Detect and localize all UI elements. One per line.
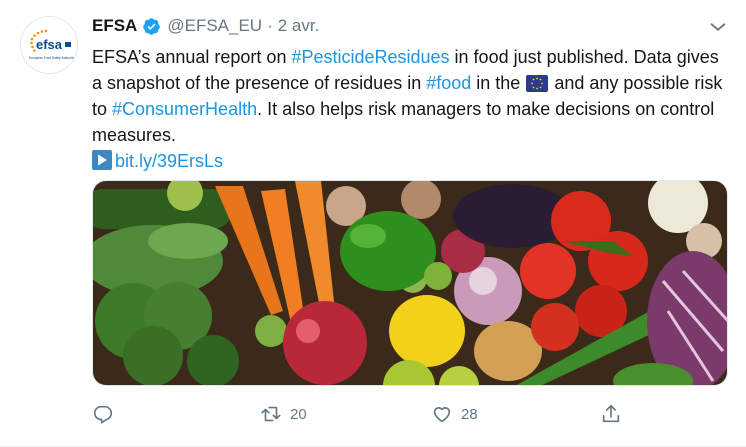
verified-badge-icon [143, 17, 161, 35]
vegetables-photo [93, 181, 727, 385]
share-icon [602, 404, 620, 423]
play-button-icon [92, 150, 112, 170]
separator: · [267, 16, 273, 35]
reply-icon [93, 405, 113, 424]
short-link[interactable]: bit.ly/39ErsLs [115, 151, 223, 171]
like-button[interactable]: 28 [431, 400, 478, 428]
tweet-media-image[interactable] [92, 180, 728, 386]
hashtag-consumer-health[interactable]: #ConsumerHealth [112, 99, 257, 119]
retweet-count: 20 [290, 405, 307, 423]
tweet-card[interactable]: efsa European Food Safety Authority EFSA… [0, 0, 746, 447]
tweet-header: EFSA @EFSA_EU · 2 avr. [92, 14, 319, 38]
tweet-actions: 20 28 [92, 400, 632, 428]
efsa-logo-icon: efsa European Food Safety Authority [21, 17, 77, 73]
hashtag-food[interactable]: #food [426, 73, 471, 93]
tweet-text-part: in the [471, 73, 526, 93]
share-button[interactable] [600, 400, 622, 428]
heart-icon [433, 407, 451, 423]
tweet-text: EFSA’s annual report on #PesticideResidu… [92, 44, 728, 174]
chevron-down-icon[interactable] [707, 16, 729, 38]
reply-button[interactable] [92, 400, 122, 428]
tweet-text-part: EFSA’s annual report on [92, 47, 292, 67]
avatar[interactable]: efsa European Food Safety Authority [20, 16, 78, 74]
retweet-icon [261, 406, 281, 422]
svg-text:efsa: efsa [36, 37, 63, 52]
svg-text:European Food Safety Authority: European Food Safety Authority [29, 56, 75, 60]
author-handle[interactable]: @EFSA_EU [167, 16, 262, 36]
like-count: 28 [461, 405, 478, 423]
eu-flag-icon [526, 75, 549, 92]
retweet-button[interactable]: 20 [260, 400, 307, 428]
hashtag-pesticide-residues[interactable]: #PesticideResidues [291, 47, 449, 67]
tweet-date[interactable]: 2 avr. [278, 16, 320, 36]
author-name[interactable]: EFSA [92, 16, 137, 36]
